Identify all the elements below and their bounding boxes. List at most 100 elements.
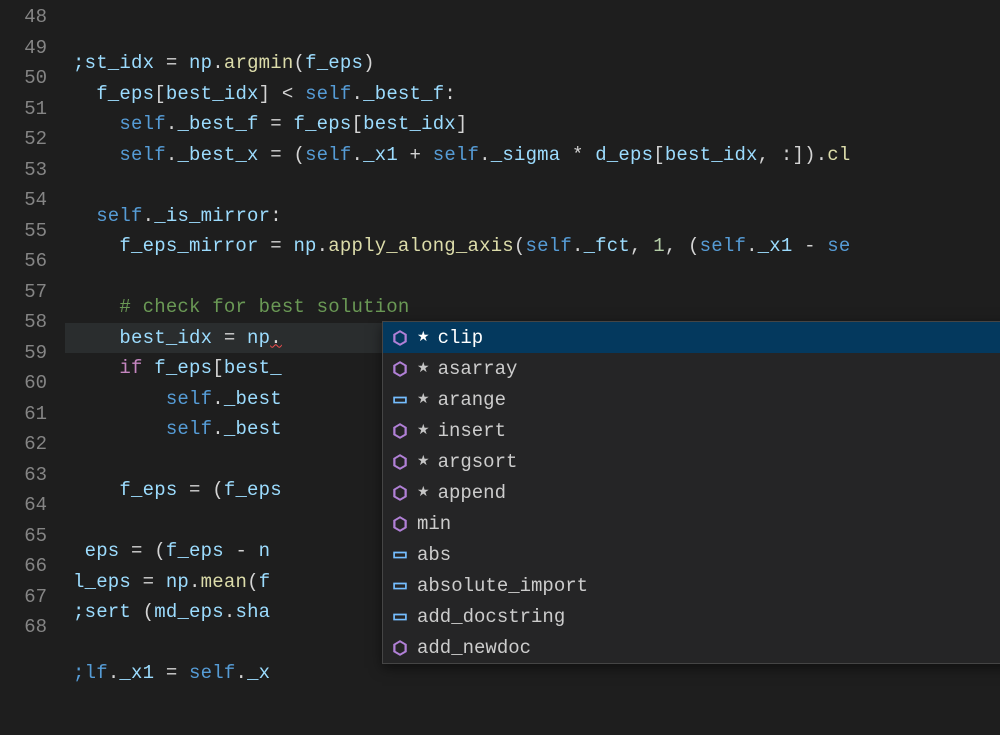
suggestion-item[interactable]: min xyxy=(383,508,1000,539)
code-line[interactable]: self._best_f = f_eps[best_idx] xyxy=(65,109,1000,140)
token: . xyxy=(189,571,201,593)
suggestion-item[interactable]: absolute_import xyxy=(383,570,1000,601)
token: - xyxy=(792,235,827,257)
token: _x1 xyxy=(119,662,154,684)
suggestion-item[interactable]: ★ append xyxy=(383,477,1000,508)
method-icon xyxy=(389,451,411,473)
star-icon: ★ xyxy=(417,453,430,470)
star-icon: ★ xyxy=(417,422,430,439)
token: . xyxy=(166,144,178,166)
token: self xyxy=(305,144,351,166)
line-number: 57 xyxy=(0,277,65,308)
token: sha xyxy=(235,601,270,623)
token: best_idx xyxy=(363,113,456,135)
token: self xyxy=(305,83,351,105)
token: _best_f xyxy=(177,113,258,135)
token: . xyxy=(212,418,224,440)
token: - xyxy=(224,540,259,562)
token: f_eps xyxy=(166,540,224,562)
token: self xyxy=(526,235,572,257)
token: ;lf xyxy=(73,662,108,684)
line-number: 61 xyxy=(0,399,65,430)
suggestion-label: min xyxy=(417,513,451,535)
suggestion-item[interactable]: ★insert xyxy=(383,415,1000,446)
line-number: 58 xyxy=(0,307,65,338)
token: . xyxy=(352,83,364,105)
token: cl xyxy=(827,144,850,166)
line-number: 67 xyxy=(0,582,65,613)
suggestion-item[interactable]: ★argsort xyxy=(383,446,1000,477)
suggestion-label: append xyxy=(438,482,506,504)
token: , xyxy=(630,235,653,257)
suggestion-label: abs xyxy=(417,544,451,566)
line-number: 62 xyxy=(0,429,65,460)
suggestion-item[interactable]: add_newdoc xyxy=(383,632,1000,663)
token: < xyxy=(270,83,305,105)
line-number: 52 xyxy=(0,124,65,155)
line-number: 54 xyxy=(0,185,65,216)
suggestion-item[interactable]: ★asarray xyxy=(383,353,1000,384)
token: self xyxy=(73,418,212,440)
token: f_eps xyxy=(143,357,213,379)
token: . xyxy=(108,662,120,684)
line-number: 53 xyxy=(0,155,65,186)
token: ] xyxy=(259,83,271,105)
token: . xyxy=(143,205,155,227)
line-number: 63 xyxy=(0,460,65,491)
suggestion-item[interactable]: abs xyxy=(383,539,1000,570)
token: _best xyxy=(224,388,282,410)
autocomplete-popup[interactable]: ★clip★asarray★arange★insert★argsort★appe… xyxy=(382,321,1000,664)
code-line[interactable]: ;st_idx = np.argmin(f_eps) xyxy=(65,48,1000,79)
suggestion-item[interactable]: ★arange xyxy=(383,384,1000,415)
token: . xyxy=(235,662,247,684)
line-number: 66 xyxy=(0,551,65,582)
code-line[interactable]: f_eps[best_idx] < self._best_f: xyxy=(65,79,1000,110)
token: = xyxy=(154,662,189,684)
code-line[interactable] xyxy=(65,262,1000,293)
line-number: 51 xyxy=(0,94,65,125)
token: [ xyxy=(154,83,166,105)
code-line[interactable]: f_eps_mirror = np.apply_along_axis(self.… xyxy=(65,231,1000,262)
token: . xyxy=(352,144,364,166)
token: = xyxy=(212,327,247,349)
variable-icon xyxy=(389,389,411,411)
token: ( xyxy=(154,540,166,562)
line-number: 56 xyxy=(0,246,65,277)
token: _best_x xyxy=(177,144,258,166)
line-number: 64 xyxy=(0,490,65,521)
suggestion-item[interactable]: add_docstring xyxy=(383,601,1000,632)
token: . xyxy=(212,388,224,410)
method-icon xyxy=(389,358,411,380)
token: _sigma xyxy=(491,144,561,166)
token: = xyxy=(119,540,154,562)
code-line[interactable]: # check for best solution xyxy=(65,292,1000,323)
token: ( xyxy=(293,52,305,74)
token: : xyxy=(270,205,282,227)
method-icon xyxy=(389,513,411,535)
token: np xyxy=(293,235,316,257)
token: . xyxy=(816,144,828,166)
variable-icon xyxy=(389,575,411,597)
token: [ xyxy=(653,144,665,166)
code-line[interactable]: self._best_x = (self._x1 + self._sigma *… xyxy=(65,140,1000,171)
variable-icon xyxy=(389,606,411,628)
token: se xyxy=(827,235,850,257)
token: d_eps xyxy=(595,144,653,166)
token: . xyxy=(746,235,758,257)
code-area[interactable]: ;st_idx = np.argmin(f_eps) f_eps[best_id… xyxy=(65,0,1000,667)
token: = xyxy=(259,144,294,166)
code-editor[interactable]: 4849505152535455565758596061626364656667… xyxy=(0,0,1000,667)
star-icon: ★ xyxy=(417,484,430,501)
variable-icon xyxy=(389,544,411,566)
line-number: 65 xyxy=(0,521,65,552)
suggestion-item[interactable]: ★clip xyxy=(383,322,1000,353)
token: . xyxy=(166,113,178,135)
code-line[interactable]: self._is_mirror: xyxy=(65,201,1000,232)
code-line[interactable] xyxy=(65,170,1000,201)
suggestion-label: arange xyxy=(438,389,506,411)
token: . xyxy=(270,327,282,349)
token: best_ xyxy=(224,357,282,379)
token: ( xyxy=(247,571,259,593)
token: _x1 xyxy=(363,144,398,166)
method-icon xyxy=(389,482,411,504)
